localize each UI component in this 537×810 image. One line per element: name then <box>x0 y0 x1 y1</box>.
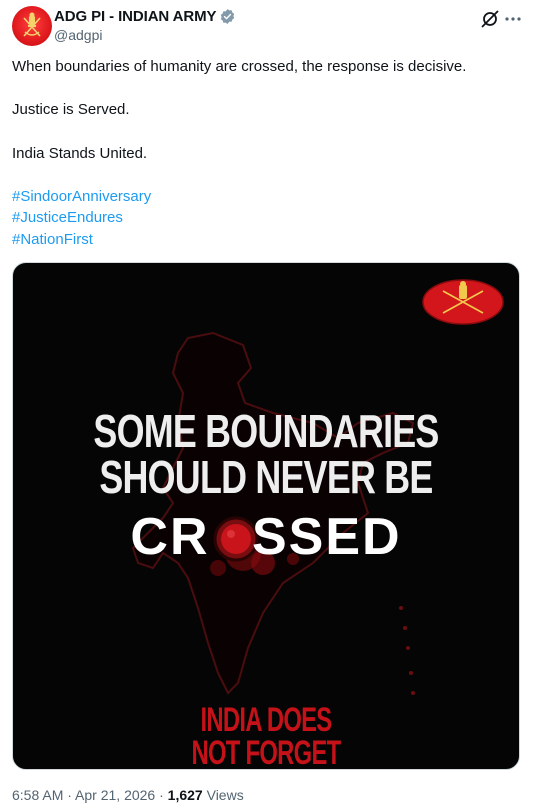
tweet-image[interactable]: SOME BOUNDARIES SHOULD NEVER BE CROSSED … <box>12 262 520 770</box>
name-row: ADG PI - INDIAN ARMY <box>54 8 236 25</box>
tweet-line-3: India Stands United. <box>12 145 148 162</box>
meta-separator: · <box>63 787 76 803</box>
hashtag-link[interactable]: #SindoorAnniversary <box>12 186 151 208</box>
crossed-suffix: SSED <box>251 508 402 566</box>
tweet-line-2: Justice is Served. <box>12 101 130 118</box>
crossed-o: O <box>210 508 252 566</box>
tweet-meta: 6:58 AM · Apr 21, 2026 · 1,627 Views <box>12 787 244 803</box>
avatar[interactable] <box>12 6 52 46</box>
views-count: 1,627 <box>167 787 203 803</box>
footer-line-1: INDIA DOES <box>200 701 333 739</box>
display-name[interactable]: ADG PI - INDIAN ARMY <box>54 8 217 25</box>
army-emblem-icon <box>23 12 41 37</box>
hashtag-link[interactable]: #NationFirst <box>12 229 93 251</box>
headline-line-1: SOME BOUNDARIES <box>93 405 439 457</box>
more-icon[interactable] <box>502 8 524 30</box>
meta-separator: · <box>155 787 168 803</box>
tweet-time[interactable]: 6:58 AM <box>12 787 63 803</box>
hashtag-link[interactable]: #JusticeEndures <box>12 207 123 229</box>
crossed-word: CROSSED <box>13 507 519 567</box>
tweet-line-1: When boundaries of humanity are crossed,… <box>12 58 467 75</box>
verified-badge-icon <box>221 9 235 24</box>
tweet-date[interactable]: Apr 21, 2026 <box>75 787 155 803</box>
grok-icon[interactable] <box>479 8 501 30</box>
views-label: Views <box>202 787 244 803</box>
tweet-header: ADG PI - INDIAN ARMY @adgpi <box>12 6 525 46</box>
handle[interactable]: @adgpi <box>54 27 102 43</box>
headline-line-2: SHOULD NEVER BE <box>99 451 433 503</box>
footer-line-2: NOT FORGET <box>191 734 341 770</box>
crossed-prefix: CR <box>130 508 210 566</box>
